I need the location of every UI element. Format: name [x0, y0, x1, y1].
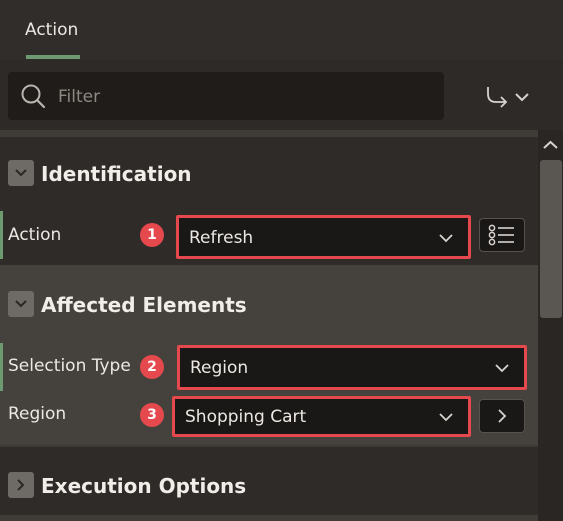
chevron-down-icon — [15, 169, 27, 177]
collapse-toggle[interactable] — [8, 160, 34, 186]
affected-elements-header[interactable]: Affected Elements — [0, 265, 538, 329]
selection-type-label: Selection Type — [8, 356, 131, 376]
action-select-value: Refresh — [189, 228, 254, 248]
search-icon — [21, 84, 46, 109]
chevron-right-icon — [498, 409, 507, 423]
region-select-value: Shopping Cart — [185, 407, 307, 427]
section-title: Affected Elements — [41, 293, 247, 317]
tab-bar — [0, 0, 563, 60]
region-select[interactable]: Shopping Cart — [172, 396, 471, 437]
chevron-down-icon — [495, 364, 509, 373]
callout-badge-3: 3 — [140, 403, 164, 427]
scroll-up-icon[interactable] — [538, 134, 563, 156]
collapse-toggle[interactable] — [8, 291, 34, 317]
region-label: Region — [8, 404, 67, 424]
active-tab-indicator — [26, 55, 80, 59]
identification-section: Identification Action 1 Refresh — [0, 137, 538, 265]
execution-options-section: Execution Options — [0, 445, 538, 521]
list-icon — [488, 224, 514, 246]
bottom-divider — [0, 515, 538, 521]
section-title: Identification — [41, 162, 192, 186]
filter-box[interactable] — [8, 72, 444, 120]
chevron-down-icon — [439, 413, 453, 422]
selection-type-value: Region — [190, 358, 249, 378]
chevron-right-icon — [17, 479, 25, 491]
affected-elements-section: Affected Elements Selection Type 2 Regio… — [0, 265, 538, 445]
callout-badge-1: 1 — [140, 223, 164, 247]
chevron-down-icon — [439, 234, 453, 243]
filter-input[interactable] — [56, 81, 430, 113]
tab-action[interactable]: Action — [25, 20, 78, 40]
selection-type-select[interactable]: Region — [177, 345, 527, 390]
chevron-down-icon — [15, 300, 27, 308]
list-of-values-button[interactable] — [479, 218, 525, 252]
callout-badge-2: 2 — [140, 355, 164, 379]
action-label: Action — [8, 225, 62, 245]
identification-header[interactable]: Identification — [0, 137, 538, 201]
required-indicator — [0, 343, 3, 391]
toolbar-divider — [0, 130, 538, 137]
go-to-region-button[interactable] — [479, 399, 525, 433]
execution-options-header[interactable]: Execution Options — [0, 445, 538, 509]
scrollbar-thumb[interactable] — [540, 160, 562, 318]
section-title: Execution Options — [41, 474, 247, 498]
go-to-menu-button[interactable] — [480, 80, 536, 114]
action-select[interactable]: Refresh — [176, 215, 471, 259]
required-indicator — [0, 211, 3, 259]
expand-toggle[interactable] — [8, 472, 34, 498]
